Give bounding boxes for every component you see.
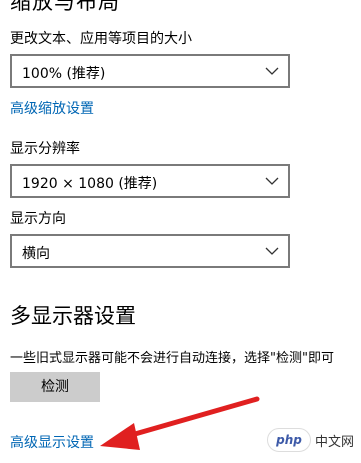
red-arrow-annotation [100,396,260,450]
php-logo: php [267,428,311,452]
watermark-text: 中文网 [315,435,355,450]
watermark: php 中文网 [263,425,355,457]
